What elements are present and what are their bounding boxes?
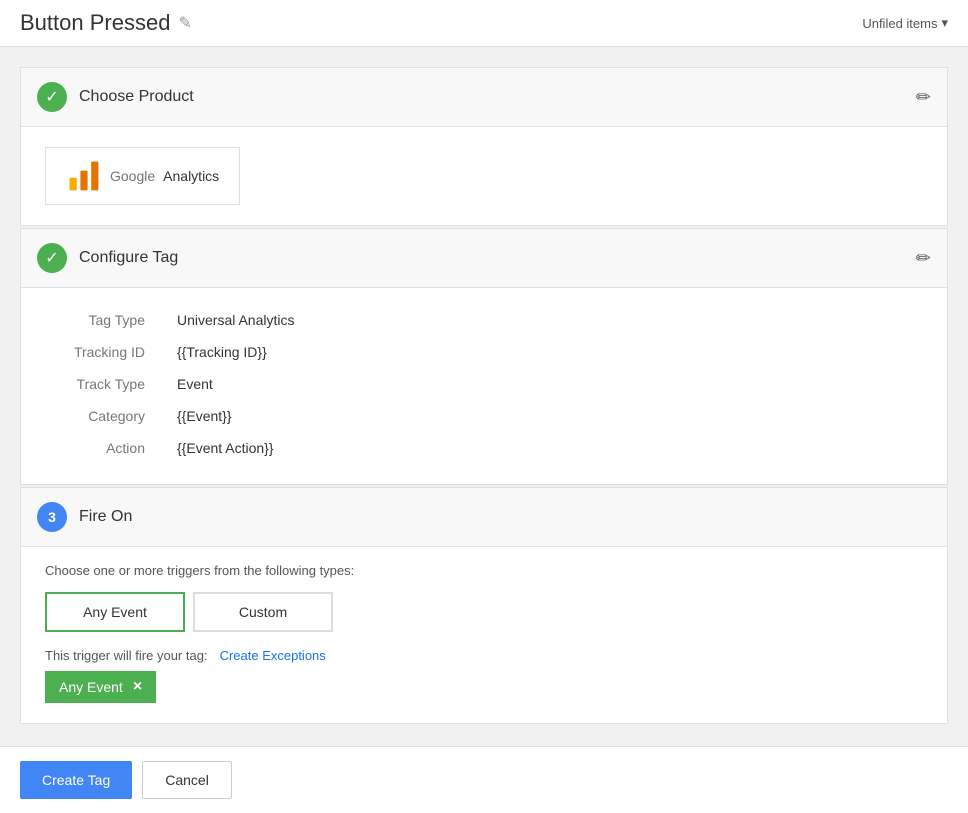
analytics-text: Analytics	[163, 168, 219, 184]
table-row: Track TypeEvent	[45, 368, 923, 400]
configure-tag-body: Tag TypeUniversal AnalyticsTracking ID{{…	[21, 288, 947, 484]
main-content: ✓ Choose Product ✏ Google Analytics ✓	[0, 47, 968, 746]
config-field-value: Event	[165, 368, 923, 400]
create-tag-button[interactable]: Create Tag	[20, 761, 132, 799]
table-row: Category{{Event}}	[45, 400, 923, 432]
trigger-tag-close-icon[interactable]: ×	[133, 679, 142, 695]
config-field-value: Universal Analytics	[165, 304, 923, 336]
config-field-label: Tracking ID	[45, 336, 165, 368]
any-event-trigger-button[interactable]: Any Event	[45, 592, 185, 632]
ga-logo-icon	[66, 158, 102, 194]
table-row: Tag TypeUniversal Analytics	[45, 304, 923, 336]
fire-on-section: 3 Fire On Choose one or more triggers fr…	[20, 487, 948, 724]
choose-product-edit-button[interactable]: ✏	[916, 87, 931, 108]
configure-tag-edit-button[interactable]: ✏	[916, 248, 931, 269]
configure-tag-title: Configure Tag	[79, 249, 178, 267]
cancel-button[interactable]: Cancel	[142, 761, 232, 799]
footer: Create Tag Cancel	[0, 746, 968, 813]
check-circle-1: ✓	[37, 82, 67, 112]
fire-on-header: 3 Fire On	[21, 488, 947, 547]
trigger-fire-row: This trigger will fire your tag: Create …	[45, 648, 923, 663]
trigger-buttons: Any Event Custom	[45, 592, 923, 632]
check-circle-2: ✓	[37, 243, 67, 273]
config-field-label: Tag Type	[45, 304, 165, 336]
choose-product-section: ✓ Choose Product ✏ Google Analytics	[20, 67, 948, 226]
config-field-value: {{Event Action}}	[165, 432, 923, 464]
choose-product-header: ✓ Choose Product ✏	[21, 68, 947, 127]
trigger-tag-label: Any Event	[59, 679, 123, 695]
config-field-label: Action	[45, 432, 165, 464]
title-text: Button Pressed	[20, 10, 170, 36]
fire-on-title: Fire On	[79, 508, 132, 526]
configure-tag-section: ✓ Configure Tag ✏ Tag TypeUniversal Anal…	[20, 228, 948, 485]
create-exceptions-link[interactable]: Create Exceptions	[220, 648, 326, 663]
fire-on-description: Choose one or more triggers from the fol…	[45, 563, 923, 578]
choose-product-title: Choose Product	[79, 88, 194, 106]
config-field-value: {{Event}}	[165, 400, 923, 432]
table-row: Tracking ID{{Tracking ID}}	[45, 336, 923, 368]
product-card: Google Analytics	[45, 147, 240, 205]
config-table: Tag TypeUniversal AnalyticsTracking ID{{…	[45, 304, 923, 464]
title-edit-icon[interactable]: ✎	[178, 13, 191, 33]
fire-label: This trigger will fire your tag:	[45, 648, 208, 663]
fire-on-body: Choose one or more triggers from the fol…	[21, 547, 947, 723]
selected-trigger-tag: Any Event ×	[45, 671, 156, 703]
step-number: 3	[48, 509, 56, 525]
chevron-down-icon: ▾	[941, 15, 948, 31]
config-field-label: Track Type	[45, 368, 165, 400]
table-row: Action{{Event Action}}	[45, 432, 923, 464]
custom-trigger-button[interactable]: Custom	[193, 592, 333, 632]
choose-product-body: Google Analytics	[21, 127, 947, 225]
config-field-label: Category	[45, 400, 165, 432]
page-title: Button Pressed ✎	[20, 10, 192, 36]
number-circle-3: 3	[37, 502, 67, 532]
unfiled-items[interactable]: Unfiled items ▾	[862, 15, 948, 31]
top-bar: Button Pressed ✎ Unfiled items ▾	[0, 0, 968, 47]
unfiled-label: Unfiled items	[862, 16, 937, 31]
google-text: Google	[110, 168, 155, 184]
config-field-value: {{Tracking ID}}	[165, 336, 923, 368]
configure-tag-header: ✓ Configure Tag ✏	[21, 229, 947, 288]
